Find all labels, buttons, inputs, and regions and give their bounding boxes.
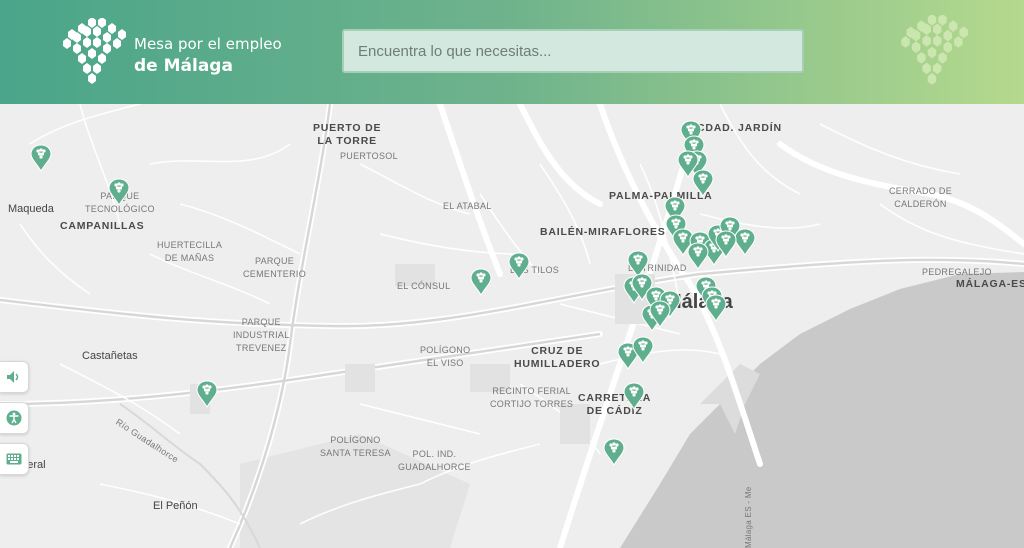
location-marker-icon[interactable] [734,228,756,257]
label-castanetas: Castañetas [82,350,138,362]
hexagon-decoration-icon [901,15,968,85]
label-campanillas: CAMPANILLAS [60,220,145,232]
label-poligono-viso: POLÍGONO EL VISO [420,345,471,368]
location-marker-icon[interactable] [30,144,52,173]
label-parque-cementerio: PARQUE CEMENTERIO [243,256,307,279]
brand-line-2: de Málaga [134,56,233,76]
label-puertosol: PUERTOSOL [340,151,398,161]
label-el-atabal: EL ATABAL [443,201,492,211]
location-marker-icon[interactable] [715,230,737,259]
label-cruz-humilladero: CRUZ DE HUMILLADERO [514,345,601,370]
label-el-consul: EL CÓNSUL [397,281,451,291]
label-el-penon: El Peñón [153,500,198,512]
location-marker-icon[interactable] [632,336,654,365]
label-maqueda: Maqueda [8,203,54,215]
map-view[interactable]: PUERTO DE LA TORRE PUERTOSOL CDAD. JARDÍ… [0,104,1024,548]
label-malaga-este: MÁLAGA-ESTE [956,278,1024,290]
keyboard-icon [6,453,22,465]
location-marker-icon[interactable] [623,382,645,411]
location-marker-icon[interactable] [677,150,699,179]
label-cerrado: CERRADO DE CALDERÓN [889,186,953,209]
accessibility-button[interactable] [0,402,29,434]
site-header: Mesa por el empleo de Málaga [0,0,1024,104]
label-recinto-ferial: RECINTO FERIAL CORTIJO TORRES [490,386,574,409]
accessibility-icon [6,410,22,426]
brand-line-1: Mesa por el empleo [134,35,282,53]
label-cdad-jardin: CDAD. JARDÍN [697,122,782,134]
location-marker-icon[interactable] [196,380,218,409]
audio-button[interactable] [0,361,29,393]
location-marker-icon[interactable] [508,252,530,281]
keyboard-button[interactable] [0,443,29,475]
label-huertecilla: HUERTECILLA DE MAÑAS [157,240,223,263]
location-marker-icon[interactable] [108,178,130,207]
location-marker-icon[interactable] [687,242,709,271]
speaker-icon [7,371,19,383]
search-input[interactable] [342,29,804,73]
location-marker-icon[interactable] [649,300,671,329]
label-bailen-miraflores: BAILÉN-MIRAFLORES [540,226,666,238]
location-marker-icon[interactable] [470,268,492,297]
label-parque-industrial: PARQUE INDUSTRIAL TREVENEZ [233,317,290,353]
location-marker-icon[interactable] [603,438,625,467]
label-poligono-santa-teresa: POLÍGONO SANTA TERESA [320,435,391,458]
location-marker-icon[interactable] [705,294,727,323]
label-pol-guadalhorce: POL. IND. GUADALHORCE [398,449,471,472]
label-malaga-es: Málaga ES - Me [744,486,753,548]
brand-name[interactable]: Mesa por el empleo de Málaga [134,33,282,77]
map-base [0,104,1024,548]
hexagon-logo-icon[interactable] [58,18,128,88]
label-puerto-torre: PUERTO DE LA TORRE [313,122,382,147]
